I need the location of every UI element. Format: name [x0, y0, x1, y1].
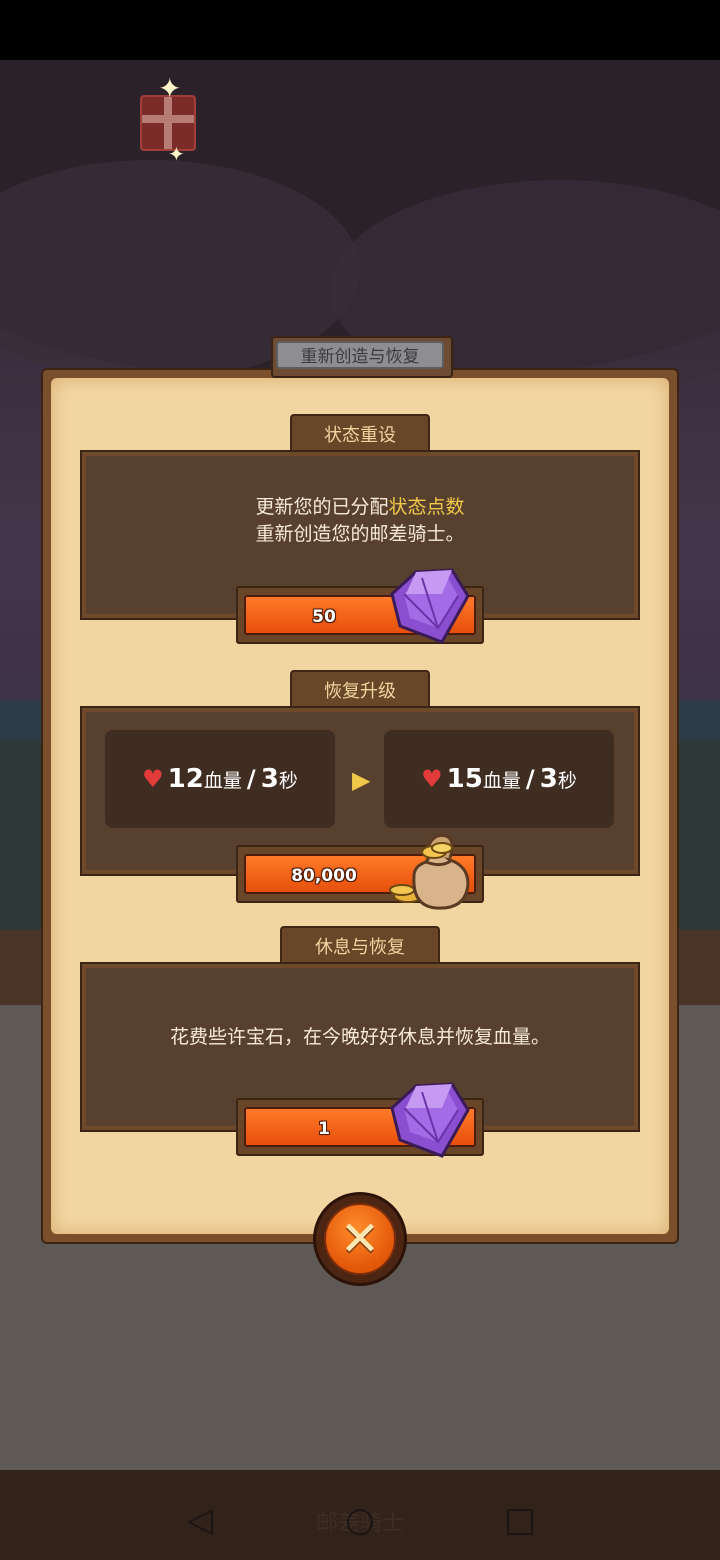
close-button[interactable]: ✕ — [313, 1192, 407, 1286]
sparkle-icon: ✦ — [168, 142, 185, 166]
heart-icon: ♥ — [142, 765, 164, 793]
next-hp-value: 15 — [446, 764, 483, 794]
purple-gem-icon — [390, 1082, 470, 1158]
nav-back-button[interactable]: ◁ — [180, 1500, 220, 1540]
heart-icon: ♥ — [421, 765, 443, 793]
stat-reset-description: 更新您的已分配状态点数 重新创造您的邮差骑士。 — [86, 494, 634, 548]
next-separator: / — [525, 765, 535, 793]
next-time-value: 3 — [539, 764, 558, 794]
next-recovery-stat: ♥ 15血量 / 3秒 — [384, 730, 614, 828]
tab-recovery-upgrade: 恢复升级 — [290, 670, 430, 710]
status-bar — [0, 0, 720, 60]
stat-reset-text-line2: 重新创造您的邮差骑士。 — [255, 523, 465, 545]
current-recovery-stat: ♥ 12血量 / 3秒 — [105, 730, 335, 828]
current-time-unit: 秒 — [278, 770, 298, 792]
current-hp-unit: 血量 — [203, 770, 242, 792]
next-hp-unit: 血量 — [482, 770, 521, 792]
arrow-right-icon: ▶ — [352, 766, 371, 794]
current-hp-value: 12 — [167, 764, 204, 794]
gold-bag-icon — [389, 833, 470, 910]
next-time-unit: 秒 — [557, 770, 577, 792]
close-icon: ✕ — [339, 1211, 381, 1267]
current-time-value: 3 — [260, 764, 279, 794]
recovery-upgrade-cost: 80,000 — [291, 866, 357, 886]
sparkle-icon: ✦ — [158, 72, 182, 105]
stat-reset-cost: 50 — [312, 607, 336, 627]
rest-recover-description: 花费些许宝石，在今晚好好休息并恢复血量。 — [169, 1026, 550, 1048]
close-button-face: ✕ — [324, 1203, 396, 1275]
stat-reset-text-prefix: 更新您的已分配 — [255, 496, 389, 518]
purple-gem-icon — [390, 568, 470, 644]
current-separator: / — [246, 765, 256, 793]
tab-stat-reset: 状态重设 — [290, 414, 430, 454]
rest-recover-cost: 1 — [318, 1119, 330, 1139]
dialog-title: 重新创造与恢复 — [276, 341, 444, 369]
stat-points-highlight: 状态点数 — [388, 496, 465, 518]
nav-home-button[interactable]: ○ — [340, 1500, 380, 1540]
tab-rest-recover: 休息与恢复 — [280, 926, 440, 966]
nav-recents-button[interactable]: □ — [500, 1500, 540, 1540]
